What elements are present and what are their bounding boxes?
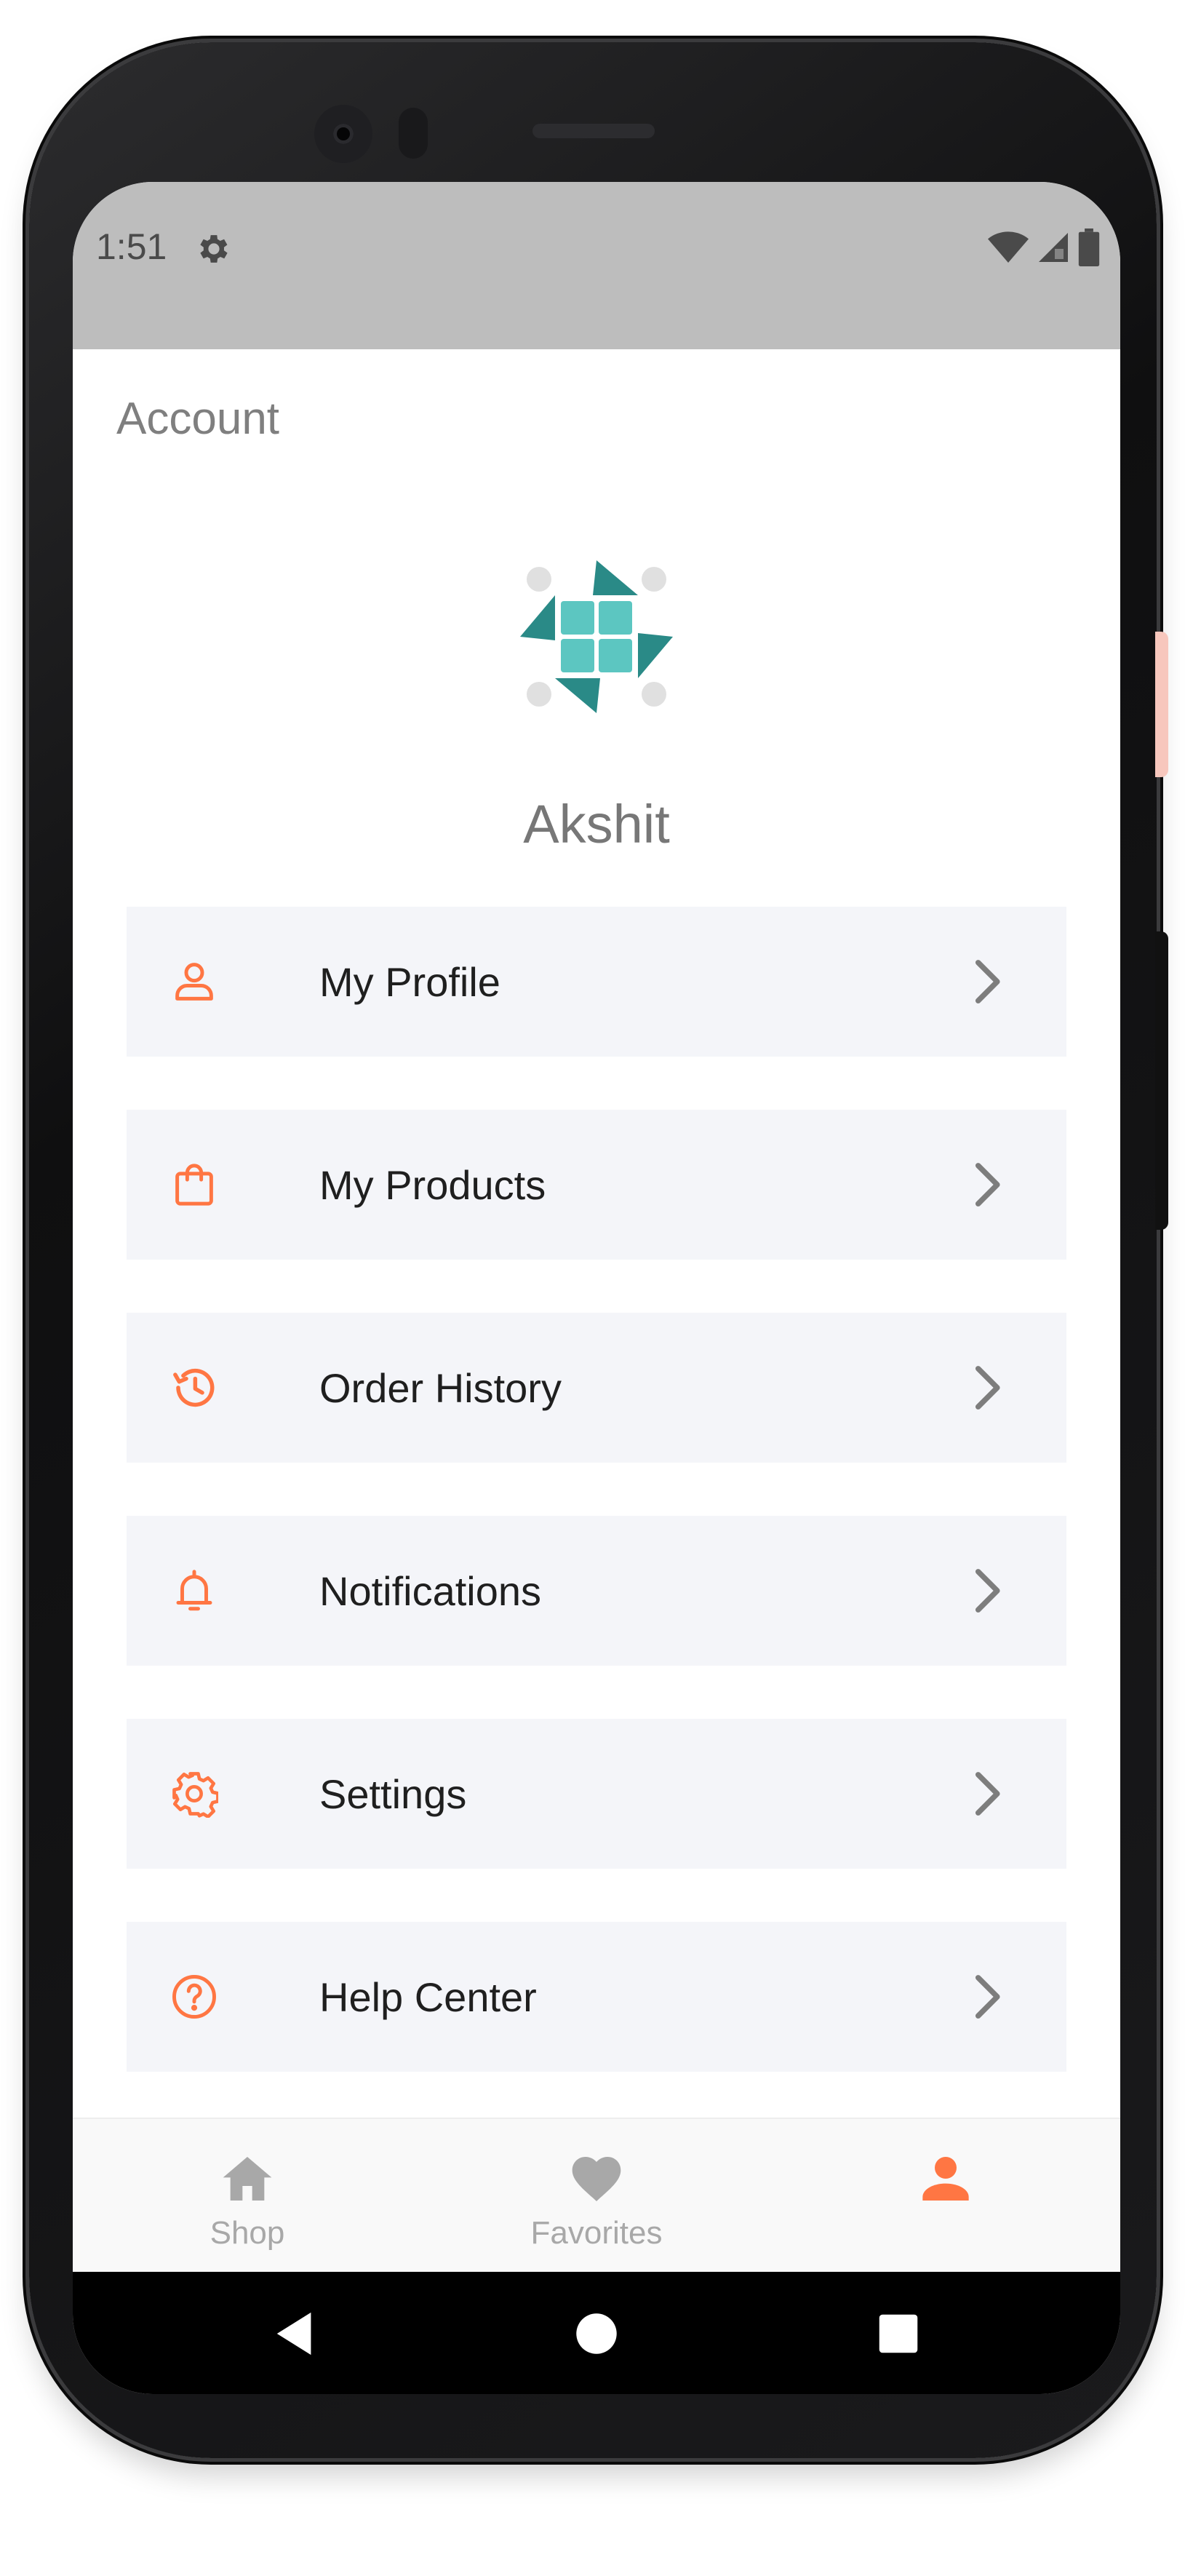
home-circle-icon[interactable] — [571, 2308, 622, 2359]
shopping-bag-icon — [175, 1164, 213, 1206]
nav-item-shop[interactable]: Shop — [73, 2119, 422, 2273]
menu-item-label: Notifications — [319, 1568, 542, 1614]
nav-label: Shop — [210, 2215, 285, 2251]
chevron-right-icon — [975, 1975, 1000, 2019]
chevron-right-icon — [975, 960, 1000, 1003]
menu-item-my-products[interactable]: My Products — [127, 1110, 1066, 1260]
bottom-nav: Shop Favorites — [73, 2118, 1120, 2273]
nav-item-favorites[interactable]: Favorites — [422, 2119, 771, 2273]
chevron-right-icon — [975, 1163, 1000, 1206]
person-icon — [922, 2157, 969, 2201]
help-circle-icon — [172, 1975, 216, 2019]
app-screen: 1:51 Account Akshit My Profile My Produc… — [73, 182, 1120, 2394]
battery-icon — [1078, 228, 1100, 266]
status-icons — [988, 228, 1100, 266]
status-time: 1:51 — [96, 226, 167, 267]
page-title: Account — [116, 394, 280, 444]
menu-item-notifications[interactable]: Notifications — [127, 1516, 1066, 1666]
heart-icon — [572, 2157, 621, 2201]
menu-item-my-profile[interactable]: My Profile — [127, 907, 1066, 1057]
system-nav-bar — [73, 2272, 1120, 2394]
nav-label: Favorites — [530, 2215, 663, 2251]
cell-signal-icon — [1039, 233, 1068, 262]
home-icon — [223, 2157, 272, 2201]
earpiece-speaker — [532, 124, 655, 138]
account-menu: My Profile My Products Order History Not… — [127, 907, 1066, 2125]
back-icon[interactable] — [271, 2308, 322, 2359]
chevron-right-icon — [975, 1772, 1000, 1816]
bell-icon — [176, 1570, 212, 1611]
gear-icon — [172, 1772, 218, 1818]
menu-item-order-history[interactable]: Order History — [127, 1313, 1066, 1463]
person-icon — [175, 963, 213, 1001]
nav-item-account[interactable] — [771, 2119, 1120, 2273]
power-button — [1155, 931, 1168, 1230]
user-name: Akshit — [523, 794, 670, 854]
front-camera-icon — [314, 105, 372, 163]
menu-item-label: Order History — [319, 1365, 562, 1411]
chevron-right-icon — [975, 1569, 1000, 1613]
menu-item-label: My Profile — [319, 959, 500, 1005]
menu-item-label: Settings — [319, 1771, 467, 1817]
chevron-right-icon — [975, 1366, 1000, 1410]
status-bar: 1:51 — [73, 182, 1120, 349]
recents-square-icon[interactable] — [873, 2308, 924, 2359]
pinwheel-logo-icon[interactable] — [513, 553, 680, 720]
sensor-icon — [399, 108, 428, 159]
menu-item-label: My Products — [319, 1162, 546, 1208]
menu-item-help-center[interactable]: Help Center — [127, 1922, 1066, 2072]
history-icon — [173, 1368, 215, 1407]
gear-icon — [200, 235, 228, 263]
wifi-icon — [988, 231, 1029, 263]
menu-item-label: Help Center — [319, 1974, 537, 2020]
volume-button — [1155, 632, 1168, 777]
menu-item-settings[interactable]: Settings — [127, 1719, 1066, 1869]
